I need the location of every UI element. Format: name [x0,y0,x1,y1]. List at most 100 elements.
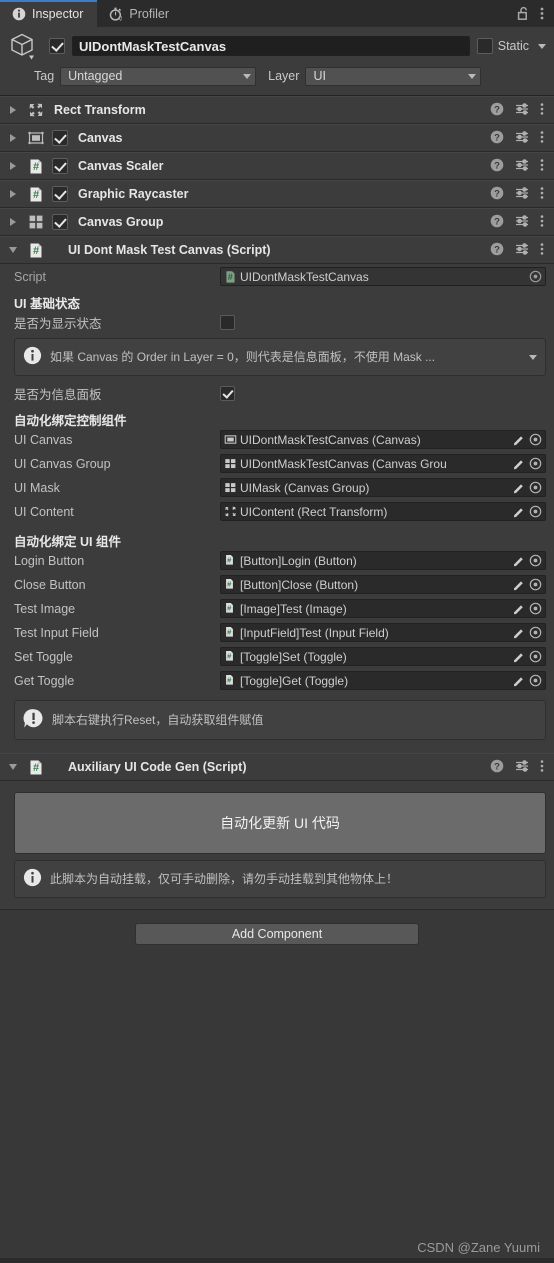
lock-open-icon[interactable] [517,6,530,21]
foldout-toggle[interactable] [6,134,20,142]
edit-pencil-icon[interactable] [511,651,527,663]
info-icon [12,7,26,21]
static-checkbox[interactable] [476,38,493,54]
preset-icon[interactable] [515,242,529,259]
gameobject-enabled-checkbox[interactable] [49,38,65,54]
object-picker-icon[interactable] [527,270,544,283]
static-dropdown-caret-icon[interactable] [538,43,546,49]
tag-dropdown[interactable]: Untagged [60,66,257,86]
svg-text:?: ? [494,188,500,199]
kebab-menu-icon[interactable] [540,186,544,203]
svg-text:#: # [228,272,233,282]
preset-icon[interactable] [515,158,529,175]
component-enabled-checkbox[interactable] [52,186,68,202]
foldout-toggle[interactable] [6,218,20,226]
edit-pencil-icon[interactable] [511,434,527,446]
tab-profiler[interactable]: Q Profiler [97,0,183,27]
inspector-window: Inspector Q Profiler UIDontMaskTestCanva… [0,0,554,1263]
auto-update-ui-code-button[interactable]: 自动化更新 UI 代码 [14,792,546,854]
test-image-object-field[interactable]: # [Image]Test (Image) [220,599,546,618]
preset-icon[interactable] [515,186,529,203]
object-picker-icon[interactable] [527,602,544,615]
ui-canvas-group-object-field[interactable]: UIDontMaskTestCanvas (Canvas Grou [220,454,546,473]
preset-icon[interactable] [515,130,529,147]
object-picker-icon[interactable] [527,505,544,518]
info-helpbox-auto-attach: 此脚本为自动挂载，仅可手动删除，请勿手动挂载到其他物体上！ [14,860,546,898]
ui-canvas-object-field[interactable]: UIDontMaskTestCanvas (Canvas) [220,430,546,449]
component-enabled-checkbox[interactable] [52,158,68,174]
object-picker-icon[interactable] [527,554,544,567]
chevron-right-icon [10,218,16,226]
test-input-field-object-field[interactable]: # [InputField]Test (Input Field) [220,623,546,642]
help-icon[interactable]: ? [490,186,504,203]
preset-icon[interactable] [515,102,529,119]
object-picker-icon[interactable] [527,481,544,494]
foldout-toggle[interactable] [6,106,20,114]
foldout-toggle[interactable] [6,190,20,198]
edit-pencil-icon[interactable] [511,458,527,470]
login-button-object-field[interactable]: # [Button]Login (Button) [220,551,546,570]
kebab-menu-icon[interactable] [540,102,544,119]
edit-pencil-icon[interactable] [511,579,527,591]
component-row-auxiliary-ui-code-gen[interactable]: # Auxiliary UI Code Gen (Script) ? [0,753,554,781]
object-picker-icon[interactable] [527,433,544,446]
close-button-object-field[interactable]: # [Button]Close (Button) [220,575,546,594]
kebab-menu-icon[interactable] [540,158,544,175]
edit-pencil-icon[interactable] [511,627,527,639]
edit-pencil-icon[interactable] [511,506,527,518]
gameobject-name-input[interactable]: UIDontMaskTestCanvas [72,36,470,56]
kebab-menu-icon[interactable] [540,242,544,259]
component-row-canvas-group[interactable]: Canvas Group ? [0,208,554,236]
component-row-ui-dont-mask-test-canvas[interactable]: # UI Dont Mask Test Canvas (Script) ? [0,236,554,264]
script-icon: # [224,270,237,283]
kebab-menu-icon[interactable] [540,759,544,776]
ui-canvas-label: UI Canvas [14,432,73,447]
get-toggle-object-field[interactable]: # [Toggle]Get (Toggle) [220,671,546,690]
chevron-down-icon [9,764,17,770]
kebab-menu-icon[interactable] [540,130,544,147]
object-picker-icon[interactable] [527,457,544,470]
info-helpbox-text: 此脚本为自动挂载，仅可手动删除，请勿手动挂载到其他物体上！ [50,871,399,886]
component-enabled-checkbox[interactable] [52,214,68,230]
add-component-button[interactable]: Add Component [135,923,419,945]
help-icon[interactable]: ? [490,102,504,119]
edit-pencil-icon[interactable] [511,675,527,687]
login-button-label: Login Button [14,553,85,568]
object-picker-icon[interactable] [527,674,544,687]
property-row-ui-mask: UI Mask UIMask (Canvas Group) [0,477,554,498]
is-info-panel-checkbox[interactable] [220,386,235,401]
set-toggle-object-field[interactable]: # [Toggle]Set (Toggle) [220,647,546,666]
object-picker-icon[interactable] [527,578,544,591]
preset-icon[interactable] [515,759,529,776]
edit-pencil-icon[interactable] [511,603,527,615]
script-icon: # [224,650,237,663]
tab-profiler-label: Profiler [129,6,170,21]
ui-mask-object-field[interactable]: UIMask (Canvas Group) [220,478,546,497]
info-helpbox-order-in-layer[interactable]: 如果 Canvas 的 Order in Layer = 0，则代表是信息面板，… [14,338,546,376]
is-show-checkbox[interactable] [220,315,235,330]
tab-inspector[interactable]: Inspector [0,0,98,27]
layer-dropdown[interactable]: UI [305,66,482,86]
component-row-canvas[interactable]: Canvas ? [0,124,554,152]
foldout-toggle[interactable] [6,162,20,170]
component-row-canvas-scaler[interactable]: # Canvas Scaler ? [0,152,554,180]
edit-pencil-icon[interactable] [511,482,527,494]
help-icon[interactable]: ? [490,242,504,259]
component-row-rect-transform[interactable]: Rect Transform ? [0,96,554,124]
help-icon[interactable]: ? [490,130,504,147]
object-picker-icon[interactable] [527,626,544,639]
help-icon[interactable]: ? [490,214,504,231]
ui-content-object-field[interactable]: UIContent (Rect Transform) [220,502,546,521]
kebab-menu-icon[interactable] [540,6,544,21]
edit-pencil-icon[interactable] [511,555,527,567]
preset-icon[interactable] [515,214,529,231]
object-picker-icon[interactable] [527,650,544,663]
foldout-toggle[interactable] [6,764,20,770]
help-icon[interactable]: ? [490,759,504,776]
kebab-menu-icon[interactable] [540,214,544,231]
component-row-graphic-raycaster[interactable]: # Graphic Raycaster ? [0,180,554,208]
foldout-toggle[interactable] [6,247,20,253]
help-icon[interactable]: ? [490,158,504,175]
component-enabled-checkbox[interactable] [52,130,68,146]
chevron-down-icon[interactable] [529,354,537,360]
